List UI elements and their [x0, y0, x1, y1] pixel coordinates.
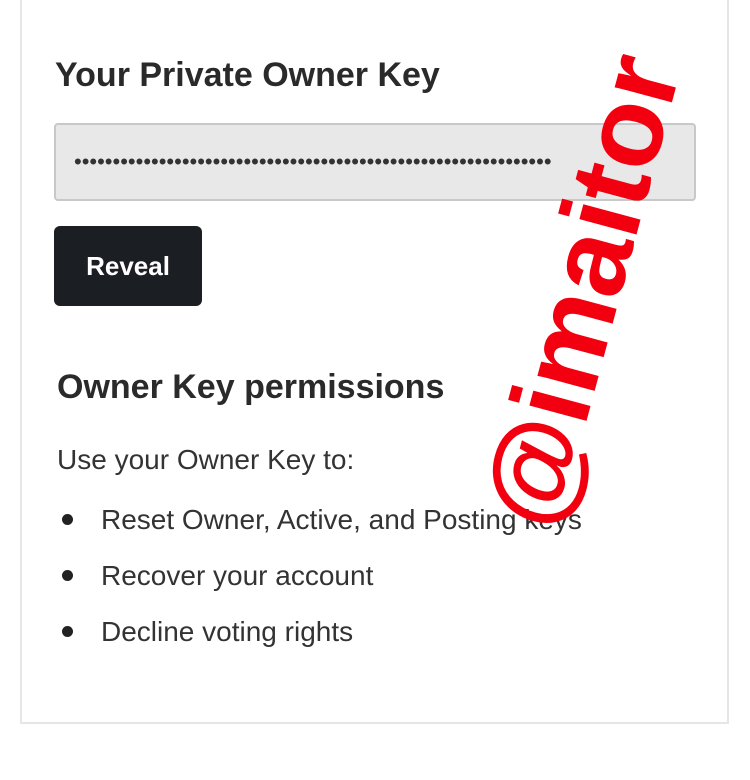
page: Your Private Owner Key Reveal Owner Key …: [0, 0, 750, 780]
bullet-icon: [62, 514, 73, 525]
list-item-label: Decline voting rights: [101, 616, 354, 647]
bullet-icon: [62, 626, 73, 637]
reveal-button[interactable]: Reveal: [54, 226, 202, 306]
list-item-label: Recover your account: [101, 560, 374, 591]
permissions-intro: Use your Owner Key to:: [57, 444, 355, 475]
permissions-title: Owner Key permissions: [57, 368, 445, 406]
private-owner-key-title: Your Private Owner Key: [55, 56, 440, 94]
bullet-icon: [62, 570, 73, 581]
